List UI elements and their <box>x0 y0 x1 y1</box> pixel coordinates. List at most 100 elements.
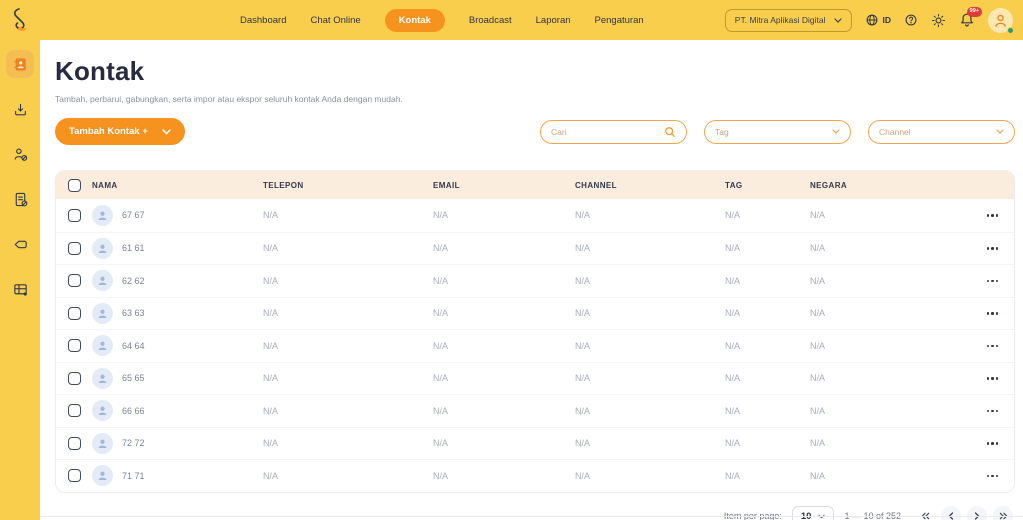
sidebar-item-blocked-contacts[interactable] <box>6 140 34 168</box>
row-checkbox[interactable] <box>67 208 81 222</box>
row-actions-button[interactable] <box>986 377 998 380</box>
menu-broadcast[interactable]: Broadcast <box>469 15 512 26</box>
top-navbar: Dashboard Chat Online Kontak Broadcast L… <box>0 0 1023 40</box>
telepon-cell: N/A <box>263 243 279 254</box>
tag-cell: N/A <box>725 340 741 351</box>
row-checkbox[interactable] <box>67 274 81 288</box>
tag-cell: N/A <box>725 470 741 481</box>
row-checkbox[interactable] <box>67 371 81 385</box>
telepon-cell: N/A <box>263 308 279 319</box>
negara-cell: N/A <box>810 340 826 351</box>
row-actions-button[interactable] <box>986 474 998 477</box>
contact-avatar <box>92 335 113 357</box>
menu-chat-online[interactable]: Chat Online <box>310 15 360 26</box>
sidebar-item-blocked-files[interactable] <box>6 185 34 213</box>
help-button[interactable] <box>904 13 918 27</box>
telepon-cell: N/A <box>263 275 279 286</box>
person-icon <box>98 341 107 351</box>
channel-cell: N/A <box>575 210 591 221</box>
search-icon[interactable] <box>664 126 676 138</box>
select-all-checkbox[interactable] <box>67 178 81 192</box>
previous-page-button[interactable] <box>941 506 961 520</box>
sidebar-item-tags[interactable] <box>6 230 34 258</box>
contact-name[interactable]: 61 61 <box>122 243 145 253</box>
row-actions-button[interactable] <box>986 344 998 347</box>
pagination: Item per page: 10 1 — 10 of 252 <box>55 505 1015 520</box>
app-logo[interactable] <box>0 7 40 33</box>
contact-name[interactable]: 66 66 <box>122 406 145 416</box>
channel-cell: N/A <box>575 275 591 286</box>
row-actions-button[interactable] <box>986 442 998 445</box>
menu-laporan[interactable]: Laporan <box>536 15 571 26</box>
table-row: 62 62 N/A N/A N/A N/A N/A <box>56 264 1014 297</box>
row-actions-button[interactable] <box>986 279 998 282</box>
negara-cell: N/A <box>810 373 826 384</box>
contact-name[interactable]: 67 67 <box>122 210 145 220</box>
tag-cell: N/A <box>725 438 741 449</box>
person-icon <box>98 471 107 481</box>
first-page-button[interactable] <box>915 506 935 520</box>
contact-name[interactable]: 64 64 <box>122 341 145 351</box>
row-checkbox[interactable] <box>67 404 81 418</box>
email-cell: N/A <box>433 470 449 481</box>
bottom-divider <box>40 516 1023 517</box>
person-icon <box>98 244 107 253</box>
negara-cell: N/A <box>810 405 826 416</box>
online-status-dot <box>1007 26 1014 34</box>
sidebar-item-table-settings[interactable] <box>6 275 34 303</box>
channel-filter[interactable]: Channel <box>868 119 1015 144</box>
pagination-buttons <box>915 506 1013 520</box>
menu-dashboard[interactable]: Dashboard <box>240 15 286 26</box>
column-header-nama: NAMA <box>92 180 118 190</box>
row-checkbox[interactable] <box>67 469 81 483</box>
contact-avatar <box>92 237 113 259</box>
sidebar-item-import[interactable] <box>6 95 34 123</box>
contact-name[interactable]: 63 63 <box>122 308 145 318</box>
row-actions-button[interactable] <box>986 312 998 315</box>
menu-kontak[interactable]: Kontak <box>384 8 445 32</box>
chevron-down-icon <box>996 129 1004 134</box>
channel-cell: N/A <box>575 373 591 384</box>
user-avatar[interactable] <box>988 7 1014 34</box>
column-header-tag: TAG <box>725 180 743 190</box>
notifications-button[interactable]: 99+ <box>959 7 982 28</box>
row-checkbox[interactable] <box>67 339 81 353</box>
row-checkbox[interactable] <box>67 306 81 320</box>
language-selector[interactable]: ID <box>865 13 892 27</box>
contact-avatar <box>92 465 113 487</box>
controls-row: Tambah Kontak + Tag Channel <box>55 118 1015 145</box>
tag-filter[interactable]: Tag <box>704 119 851 144</box>
chevron-down-icon <box>833 17 842 23</box>
column-header-telepon: TELEPON <box>263 180 304 190</box>
contact-name[interactable]: 62 62 <box>122 276 145 286</box>
theme-toggle-button[interactable] <box>931 13 946 28</box>
contact-name[interactable]: 71 71 <box>122 471 145 481</box>
contact-name[interactable]: 72 72 <box>122 438 145 448</box>
table-row: 72 72 N/A N/A N/A N/A N/A <box>56 426 1014 459</box>
row-checkbox[interactable] <box>67 436 81 450</box>
contact-name[interactable]: 65 65 <box>122 373 145 383</box>
add-contact-button[interactable]: Tambah Kontak + <box>55 118 185 145</box>
row-checkbox[interactable] <box>67 241 81 255</box>
channel-cell: N/A <box>575 340 591 351</box>
last-page-button[interactable] <box>993 506 1013 520</box>
row-actions-button[interactable] <box>986 214 998 217</box>
next-page-button[interactable] <box>967 506 987 520</box>
search-input[interactable] <box>551 126 658 137</box>
globe-icon <box>866 14 877 26</box>
row-actions-button[interactable] <box>986 409 998 412</box>
company-selector[interactable]: PT. Mitra Aplikasi Digital <box>724 8 852 32</box>
sidebar-item-contacts[interactable] <box>6 50 34 78</box>
row-actions-button[interactable] <box>986 247 998 250</box>
items-per-page-select[interactable]: 10 <box>791 505 835 520</box>
person-icon <box>995 14 1006 27</box>
menu-pengaturan[interactable]: Pengaturan <box>595 15 644 26</box>
table-row: 71 71 N/A N/A N/A N/A N/A <box>56 459 1014 492</box>
telepon-cell: N/A <box>263 373 279 384</box>
table-row: 63 63 N/A N/A N/A N/A N/A <box>56 296 1014 329</box>
contacts-table: NAMA TELEPON EMAIL CHANNEL TAG NEGARA 67… <box>55 170 1015 493</box>
blocked-contact-icon <box>14 148 27 161</box>
language-code: ID <box>882 15 892 25</box>
contact-avatar <box>92 302 113 324</box>
table-row: 61 61 N/A N/A N/A N/A N/A <box>56 231 1014 264</box>
